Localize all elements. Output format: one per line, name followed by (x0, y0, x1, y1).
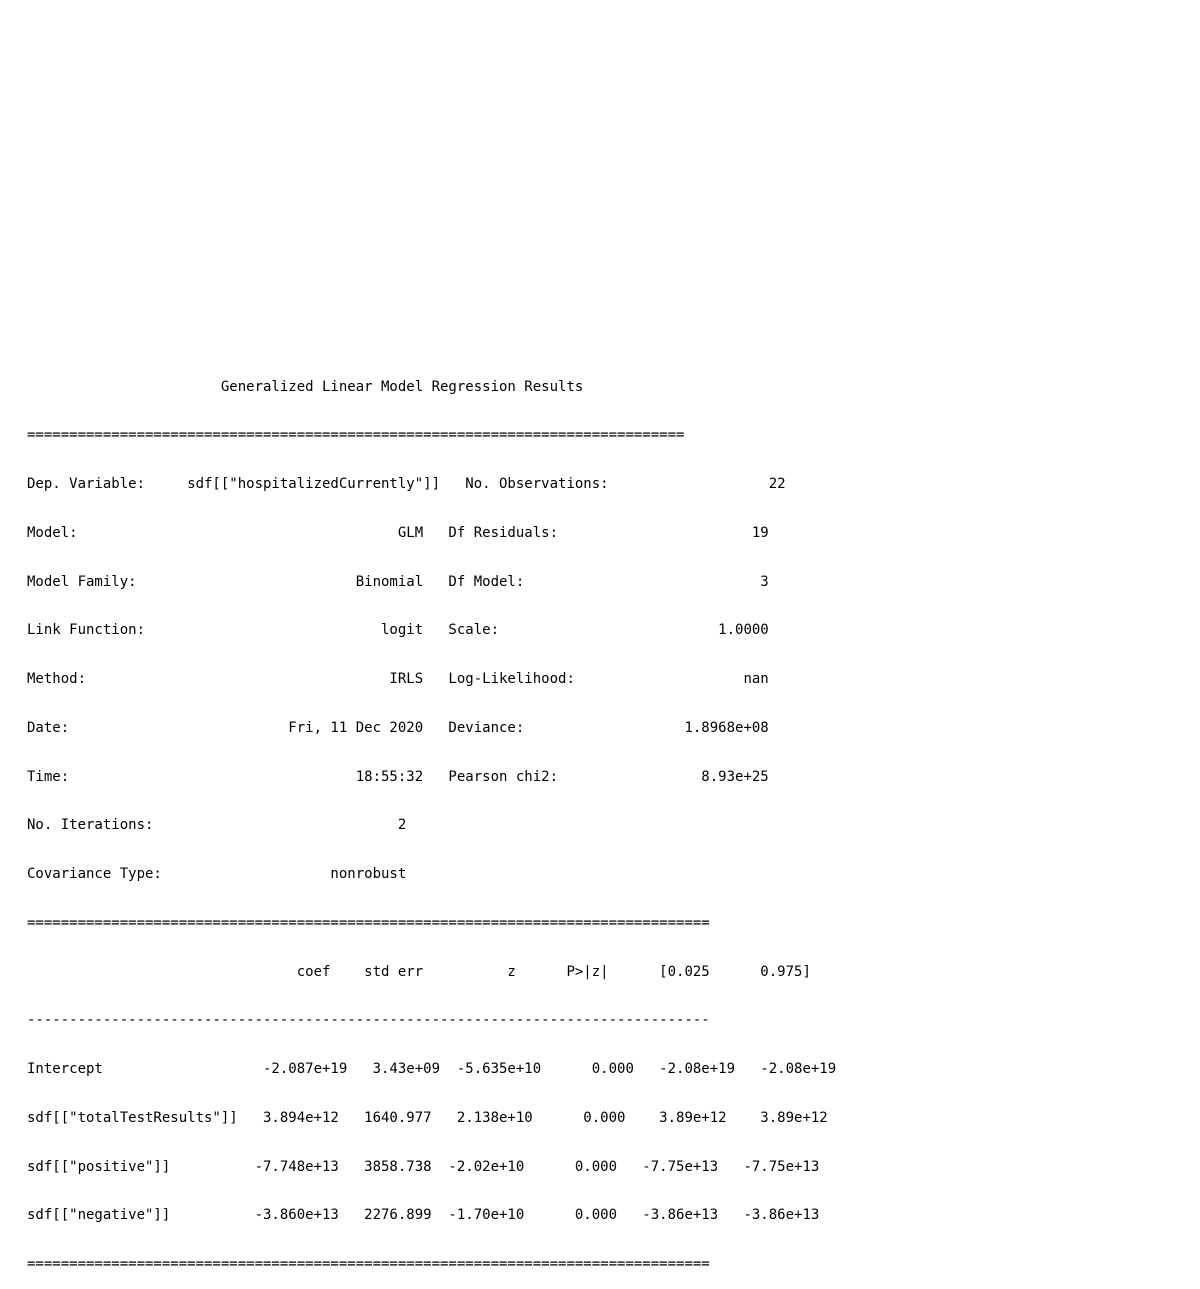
coef-row-total-test-results: sdf[["totalTestResults"]] 3.894e+12 1640… (27, 1109, 828, 1126)
info-row-model: Model: GLM Df Residuals: 19 (27, 524, 769, 541)
coef-row-positive: sdf[["positive"]] -7.748e+13 3858.738 -2… (27, 1158, 820, 1175)
dash-rule: ----------------------------------------… (27, 1012, 710, 1029)
glm-regression-summary: Generalized Linear Model Regression Resu… (27, 346, 836, 1289)
coef-row-negative: sdf[["negative"]] -3.860e+13 2276.899 -1… (27, 1207, 820, 1224)
coef-row-intercept: Intercept -2.087e+19 3.43e+09 -5.635e+10… (27, 1061, 837, 1077)
info-row-link-function: Link Function: logit Scale: 1.0000 (27, 622, 769, 639)
double-rule-mid: ========================================… (27, 914, 710, 931)
info-row-model-family: Model Family: Binomial Df Model: 3 (27, 573, 769, 590)
double-rule-bottom: ========================================… (27, 1256, 710, 1272)
summary-title: Generalized Linear Model Regression Resu… (27, 378, 584, 395)
info-row-iterations: No. Iterations: 2 (27, 817, 761, 834)
info-row-covariance-type: Covariance Type: nonrobust (27, 866, 761, 882)
info-row-date: Date: Fri, 11 Dec 2020 Deviance: 1.8968e… (27, 719, 769, 736)
info-row-dep-variable: Dep. Variable: sdf[["hospitalizedCurrent… (27, 476, 786, 492)
info-row-method: Method: IRLS Log-Likelihood: nan (27, 671, 769, 687)
double-rule-top: ========================================… (27, 427, 685, 444)
coef-table-header: coef std err z P>|z| [0.025 0.975] (27, 963, 811, 980)
info-row-time: Time: 18:55:32 Pearson chi2: 8.93e+25 (27, 768, 769, 785)
